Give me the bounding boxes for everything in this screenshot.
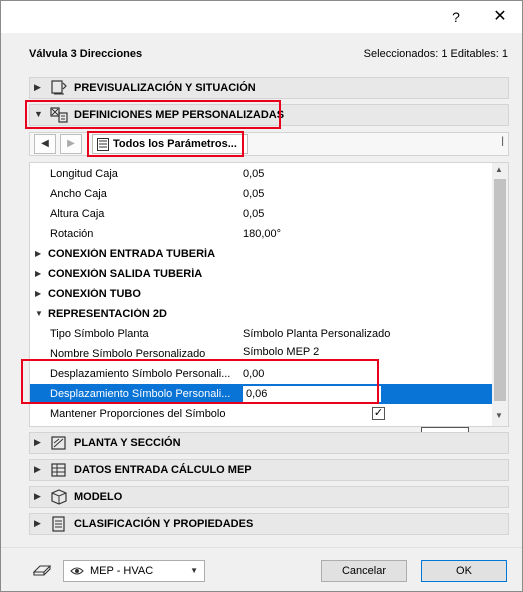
panel-label: DEFINICIONES MEP PERSONALIZADAS [74, 109, 285, 121]
vertical-scrollbar[interactable]: ▲ ▼ [492, 163, 508, 426]
floor-plan-icon [51, 436, 66, 450]
group-label: REPRESENTACIÓN 2D [48, 308, 167, 320]
panel-mep-custom[interactable]: ▼ DEFINICIONES MEP PERSONALIZADAS [29, 104, 509, 126]
help-button[interactable]: ? [444, 5, 468, 29]
param-name: Altura Caja [50, 208, 105, 220]
expand-arrow-icon[interactable]: ▶ [34, 82, 41, 93]
expand-arrow-icon[interactable]: ▶ [34, 464, 41, 475]
preview-icon [51, 80, 67, 95]
param-group-row[interactable]: ▶ CONEXIÓN SALIDA TUBERÍA [30, 264, 492, 284]
param-name: Longitud Caja [50, 168, 118, 180]
cube-icon [51, 489, 67, 505]
collapse-arrow-icon[interactable]: ▼ [34, 109, 43, 119]
param-group-row[interactable]: ▶ CONEXIÓN TUBO [30, 284, 492, 304]
panel-label: CLASIFICACIÓN Y PROPIEDADES [74, 518, 254, 530]
group-label: CONEXIÓN TUBO [48, 288, 141, 300]
scroll-down-icon[interactable]: ▼ [495, 411, 503, 420]
scrollbar-thumb[interactable] [494, 179, 506, 401]
panel-label: PREVISUALIZACIÓN Y SITUACIÓN [74, 82, 256, 94]
panel-label: PLANTA Y SECCIÓN [74, 437, 181, 449]
parameter-list-icon [97, 138, 109, 151]
param-row[interactable]: Longitud Caja 0,05 [30, 164, 492, 184]
dropdown-label: Todos los Parámetros... [113, 138, 237, 150]
param-row[interactable]: Ancho Caja 0,05 [30, 184, 492, 204]
close-button[interactable]: ✕ [488, 5, 512, 29]
param-name: Tipo Símbolo Planta [50, 328, 149, 340]
expand-arrow-icon[interactable]: ▶ [34, 491, 41, 502]
parameter-grid: Longitud Caja 0,05 Ancho Caja 0,05 Altur… [29, 162, 509, 427]
table-icon [51, 463, 66, 477]
eye-icon [70, 567, 84, 575]
param-row[interactable]: Tipo Símbolo Planta Símbolo Planta Perso… [30, 324, 492, 344]
param-group-row[interactable]: ▼ REPRESENTACIÓN 2D [30, 304, 492, 324]
document-list-icon [52, 516, 65, 532]
param-value-input[interactable] [242, 385, 382, 403]
collapse-arrow-icon[interactable]: ▼ [35, 309, 43, 318]
panel-classification[interactable]: ▶ CLASIFICACIÓN Y PROPIEDADES [29, 513, 509, 535]
mep-settings-icon [50, 107, 68, 123]
model-view-label: MEP - HVAC [90, 565, 154, 577]
keep-proportions-checkbox[interactable]: ✓ [372, 407, 385, 420]
expand-arrow-icon[interactable]: ▶ [34, 437, 41, 448]
scroll-up-icon[interactable]: ▲ [495, 165, 503, 174]
settings-dialog: ? ✕ Válvula 3 Direcciones Seleccionados:… [0, 0, 523, 592]
param-group-row[interactable]: ▶ CONEXIÓN ENTRADA TUBERÍA [30, 244, 492, 264]
cancel-button[interactable]: Cancelar [321, 560, 407, 582]
expand-arrow-icon[interactable]: ▶ [35, 269, 41, 278]
param-row[interactable]: Mantener Proporciones del Símbolo ✓ [30, 404, 492, 424]
panel-preview[interactable]: ▶ PREVISUALIZACIÓN Y SITUACIÓN [29, 77, 509, 99]
param-value[interactable]: 0,05 [243, 208, 264, 220]
panel-plan-section[interactable]: ▶ PLANTA Y SECCIÓN [29, 432, 509, 454]
prev-page-button[interactable]: ◀ [34, 134, 56, 154]
param-value[interactable]: 0,00 [243, 368, 264, 380]
selection-count: Seleccionados: 1 Editables: 1 [363, 48, 508, 60]
param-value[interactable]: 180,00° [243, 228, 281, 240]
param-name: Rotación [50, 228, 94, 240]
param-name: Desplazamiento Símbolo Personali... [50, 368, 231, 380]
panel-model[interactable]: ▶ MODELO [29, 486, 509, 508]
parameter-nav-bar: ◀ ▶ Todos los Parámetros... | [29, 132, 509, 156]
param-value[interactable]: Símbolo Planta Personalizado [243, 328, 390, 340]
param-value[interactable]: 0,05 [243, 188, 264, 200]
param-name: Ancho Caja [50, 188, 107, 200]
expand-arrow-icon[interactable]: ▶ [35, 289, 41, 298]
more-options-icon[interactable]: | [501, 136, 504, 147]
expand-arrow-icon[interactable]: ▶ [34, 518, 41, 529]
ok-button[interactable]: OK [421, 560, 507, 582]
model-view-dropdown[interactable]: MEP - HVAC ▼ [63, 560, 205, 582]
param-name: Nombre Símbolo Personalizado [50, 348, 206, 360]
expand-arrow-icon[interactable]: ▶ [35, 249, 41, 258]
param-row[interactable]: Rotación 180,00° [30, 224, 492, 244]
param-row-selected[interactable]: Desplazamiento Símbolo Personali... [30, 384, 492, 404]
param-row[interactable]: Altura Caja 0,05 [30, 204, 492, 224]
favorites-icon[interactable] [31, 562, 53, 578]
param-value[interactable]: 0,05 [243, 168, 264, 180]
panel-label: MODELO [74, 491, 123, 503]
next-page-button[interactable]: ▶ [60, 134, 82, 154]
group-label: CONEXIÓN SALIDA TUBERÍA [48, 268, 203, 280]
param-name: Desplazamiento Símbolo Personali... [50, 388, 231, 400]
panel-label: DATOS ENTRADA CÁLCULO MEP [74, 464, 252, 476]
title-bar: ? ✕ [1, 1, 522, 33]
object-title: Válvula 3 Direcciones [29, 48, 143, 60]
chevron-down-icon: ▼ [190, 566, 198, 575]
dialog-footer: MEP - HVAC ▼ Cancelar OK [1, 547, 522, 591]
param-row[interactable]: Desplazamiento Símbolo Personali... 0,00 [30, 364, 492, 384]
parameter-list-dropdown[interactable]: Todos los Parámetros... [92, 134, 248, 154]
panel-mep-calc[interactable]: ▶ DATOS ENTRADA CÁLCULO MEP [29, 459, 509, 481]
param-name: Mantener Proporciones del Símbolo [50, 408, 226, 420]
param-row[interactable]: Nombre Símbolo Personalizado Símbolo MEP… [30, 344, 492, 364]
param-value[interactable]: Símbolo MEP 2 [243, 346, 319, 358]
group-label: CONEXIÓN ENTRADA TUBERÍA [48, 248, 216, 260]
